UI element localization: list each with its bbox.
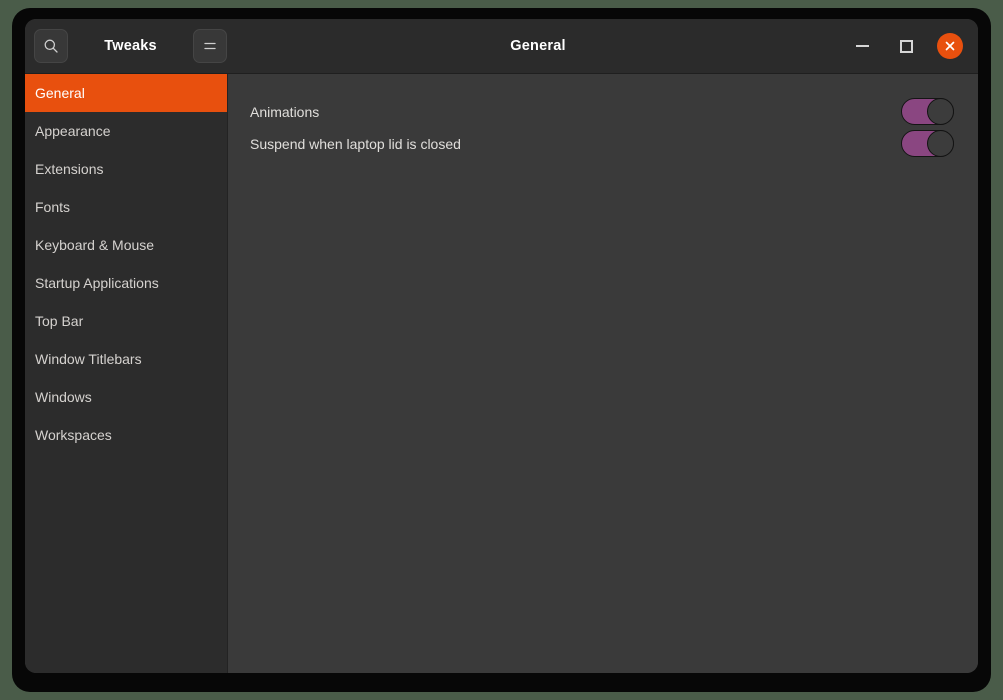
hamburger-menu-icon [204,42,216,50]
close-icon [945,41,955,51]
header-center-section: General [227,19,849,73]
toggle-knob [927,98,954,125]
header-bar: Tweaks General [25,19,978,74]
sidebar-item-keyboard-mouse[interactable]: Keyboard & Mouse [25,226,227,264]
window-body: General Appearance Extensions Fonts Keyb… [25,74,978,673]
sidebar-item-general[interactable]: General [25,74,227,112]
setting-row-suspend-lid: Suspend when laptop lid is closed [250,128,954,159]
suspend-when-lid-closed-toggle[interactable] [901,130,954,157]
sidebar-item-label: Fonts [35,199,71,215]
main-menu-button[interactable] [193,29,227,63]
header-left-section: Tweaks [25,19,227,73]
search-button[interactable] [34,29,68,63]
tweaks-window: Tweaks General General Appearance Extens… [25,19,978,673]
sidebar-item-label: Appearance [35,123,111,139]
setting-label: Animations [250,103,320,120]
sidebar-item-workspaces[interactable]: Workspaces [25,416,227,454]
maximize-button[interactable] [893,33,919,59]
sidebar-item-label: Startup Applications [35,275,159,291]
settings-content: Animations Suspend when laptop lid is cl… [228,74,978,673]
minimize-button[interactable] [849,33,875,59]
animations-toggle[interactable] [901,98,954,125]
desktop-background: Tweaks General General Appearance Extens… [0,0,1003,700]
app-title: Tweaks [104,38,157,54]
sidebar-item-label: Window Titlebars [35,351,142,367]
setting-label: Suspend when laptop lid is closed [250,135,461,152]
close-button[interactable] [937,33,963,59]
sidebar-item-label: Extensions [35,161,104,177]
sidebar-nav: General Appearance Extensions Fonts Keyb… [25,74,228,673]
search-icon [44,39,58,53]
toggle-knob [927,130,954,157]
setting-row-animations: Animations [250,96,954,127]
sidebar-item-windows[interactable]: Windows [25,378,227,416]
window-controls [849,19,978,73]
sidebar-item-extensions[interactable]: Extensions [25,150,227,188]
sidebar-item-appearance[interactable]: Appearance [25,112,227,150]
sidebar-item-fonts[interactable]: Fonts [25,188,227,226]
sidebar-item-window-titlebars[interactable]: Window Titlebars [25,340,227,378]
sidebar-item-label: Keyboard & Mouse [35,237,155,253]
sidebar-item-startup-applications[interactable]: Startup Applications [25,264,227,302]
sidebar-item-label: Windows [35,389,92,405]
sidebar-item-label: Top Bar [35,313,84,329]
sidebar-item-label: Workspaces [35,427,112,443]
sidebar-item-label: General [35,85,85,101]
sidebar-item-top-bar[interactable]: Top Bar [25,302,227,340]
page-title: General [510,38,566,54]
minimize-icon [855,45,869,47]
maximize-icon [899,39,913,53]
